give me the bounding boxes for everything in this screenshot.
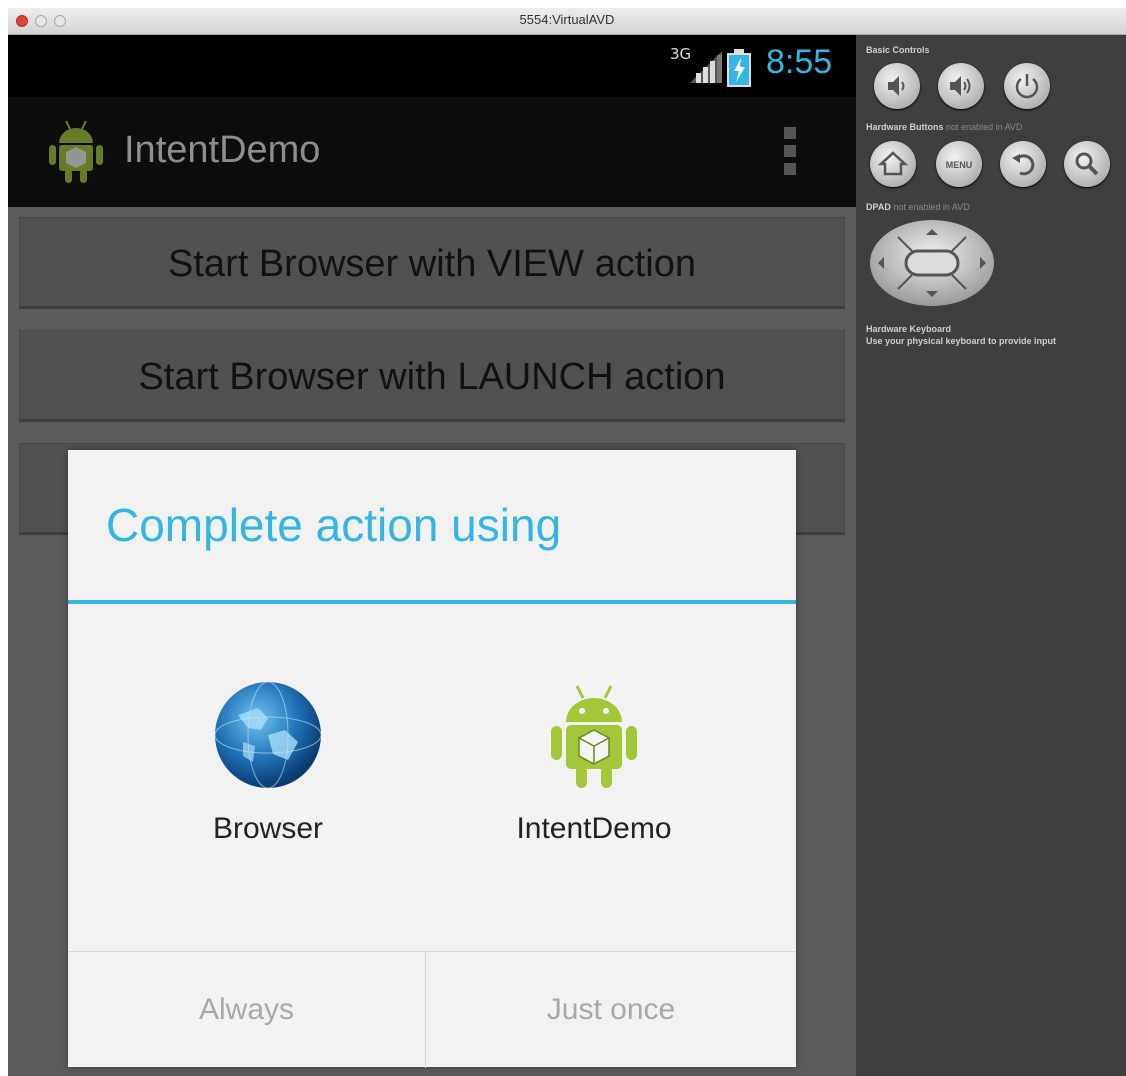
choice-browser-label: Browser bbox=[212, 812, 324, 845]
menu-button-label: MENU bbox=[946, 160, 973, 170]
home-icon bbox=[877, 151, 909, 176]
overflow-menu-icon[interactable] bbox=[782, 127, 798, 183]
volume-up-button[interactable] bbox=[938, 63, 984, 109]
home-button[interactable] bbox=[870, 141, 916, 187]
volume-down-button[interactable] bbox=[874, 63, 920, 109]
dpad-note: not enabled in AVD bbox=[893, 202, 970, 212]
app-title: IntentDemo bbox=[124, 129, 321, 171]
volume-up-icon bbox=[950, 76, 971, 96]
dpad-label: DPAD bbox=[866, 202, 891, 212]
window-titlebar: 5554:VirtualAVD bbox=[8, 8, 1126, 35]
power-button[interactable] bbox=[1004, 63, 1050, 109]
basic-controls-heading: Basic Controls bbox=[866, 45, 930, 55]
hardware-buttons-heading: Hardware Buttons not enabled in AVD bbox=[866, 122, 1022, 132]
choice-browser[interactable]: Browser bbox=[148, 670, 388, 860]
status-bar: 3G 8:55 bbox=[8, 35, 856, 97]
hardware-buttons-note: not enabled in AVD bbox=[946, 122, 1023, 132]
hardware-keyboard-note: Use your physical keyboard to provide in… bbox=[866, 336, 1057, 346]
search-button[interactable] bbox=[1064, 141, 1110, 187]
android-app-icon bbox=[49, 120, 103, 183]
choice-intentdemo[interactable]: IntentDemo bbox=[474, 670, 714, 860]
dialog-title-divider bbox=[68, 600, 796, 604]
hardware-buttons-label: Hardware Buttons bbox=[866, 122, 944, 132]
browser-globe-icon bbox=[214, 681, 322, 789]
phone-screen: 3G 8:55 IntentDemo Start Browser with VI… bbox=[8, 35, 856, 1076]
battery-charging-icon bbox=[727, 49, 751, 87]
start-browser-view-button[interactable]: Start Browser with VIEW action bbox=[19, 217, 845, 309]
clock: 8:55 bbox=[766, 43, 833, 81]
android-app-icon bbox=[551, 685, 637, 788]
dialog-title: Complete action using bbox=[106, 499, 562, 551]
back-button[interactable] bbox=[1000, 141, 1046, 187]
just-once-button[interactable]: Just once bbox=[426, 952, 796, 1068]
power-icon bbox=[1015, 74, 1039, 99]
dpad-control[interactable] bbox=[868, 219, 996, 307]
back-icon bbox=[1012, 154, 1035, 176]
chooser-dialog: Complete action using Browser IntentDemo… bbox=[68, 450, 796, 1068]
menu-button[interactable]: MENU bbox=[936, 141, 982, 187]
choice-intentdemo-label: IntentDemo bbox=[516, 812, 672, 845]
volume-down-icon bbox=[888, 76, 905, 96]
hardware-keyboard-info: Hardware Keyboard Use your physical keyb… bbox=[866, 323, 1056, 347]
search-icon bbox=[1075, 152, 1099, 176]
start-browser-launch-button[interactable]: Start Browser with LAUNCH action bbox=[19, 330, 845, 422]
always-button[interactable]: Always bbox=[68, 952, 425, 1068]
hardware-keyboard-label: Hardware Keyboard bbox=[866, 324, 952, 334]
dialog-button-bar: Always Just once bbox=[68, 951, 796, 1068]
dpad-heading: DPAD not enabled in AVD bbox=[866, 202, 970, 212]
action-bar: IntentDemo bbox=[8, 97, 856, 207]
signal-strength-icon bbox=[690, 51, 722, 83]
window-title: 5554:VirtualAVD bbox=[519, 12, 615, 27]
emulator-controls-panel: Basic Controls Hardware Buttons not enab… bbox=[856, 35, 1126, 1076]
menu-icon: MENU bbox=[946, 160, 973, 170]
